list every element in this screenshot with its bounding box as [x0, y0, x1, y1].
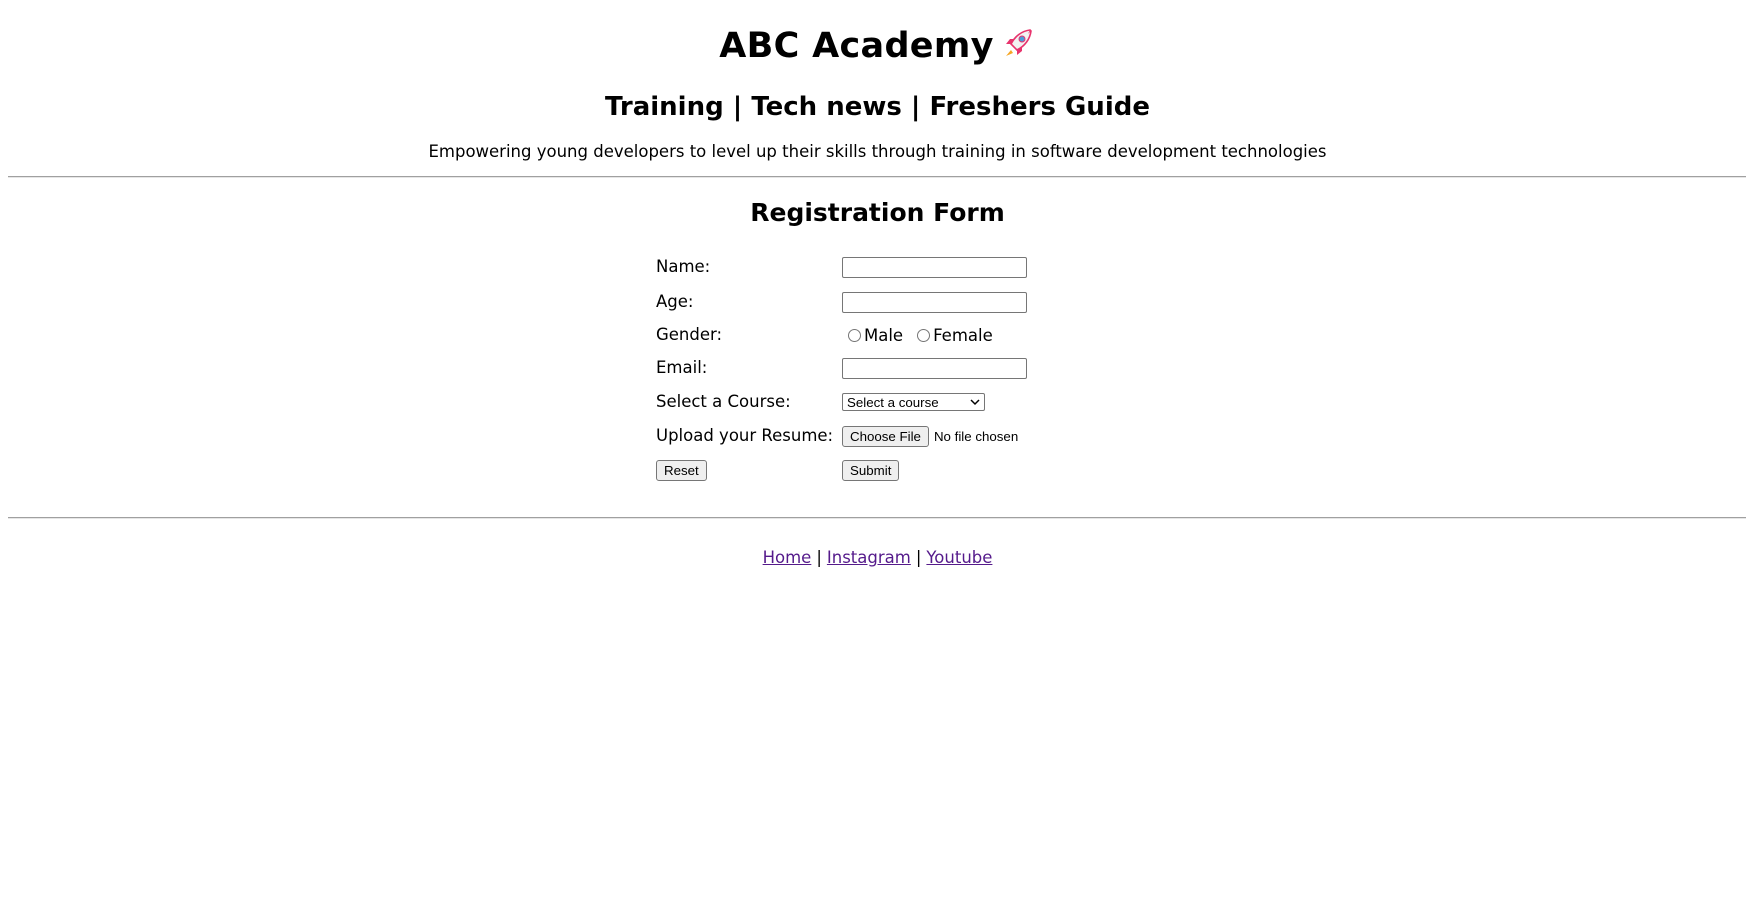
course-row: Select a Course: Select a course: [656, 387, 1096, 417]
gender-row: Gender: Male Female: [656, 320, 1096, 350]
gender-male-label[interactable]: Male: [864, 326, 903, 345]
rocket-icon: [1000, 25, 1036, 72]
age-input[interactable]: [842, 291, 1027, 313]
bottom-divider: [8, 517, 1746, 519]
tagline: Empowering young developers to level up …: [428, 142, 1327, 161]
gender-female-label[interactable]: Female: [933, 326, 993, 345]
site-nav: Training | Tech news | Freshers Guide: [605, 92, 1150, 122]
site-footer: Home | Instagram | Youtube: [0, 545, 1755, 571]
gender-female-radio[interactable]: [917, 328, 931, 342]
footer-separator: |: [816, 548, 822, 567]
resume-field-wrap: Choose File No file chosen: [842, 421, 1018, 451]
name-input[interactable]: [842, 256, 1027, 278]
footer-separator: |: [915, 548, 922, 567]
gender-male-radio[interactable]: [848, 328, 861, 342]
file-status: No file chosen: [933, 428, 1019, 444]
email-field-wrap: [842, 353, 1027, 383]
age-label: Age:: [656, 292, 694, 311]
name-field-wrap: [842, 252, 1027, 282]
site-title-text: ABC Academy: [719, 26, 994, 66]
age-row: Age:: [656, 287, 1096, 317]
course-label: Select a Course:: [656, 392, 791, 411]
footer-link-home[interactable]: Home: [763, 548, 812, 567]
footer-link-youtube[interactable]: Youtube: [926, 548, 992, 567]
name-label: Name:: [656, 257, 711, 276]
name-row: Name:: [656, 252, 1096, 282]
resume-row: Upload your Resume: Choose File No file …: [656, 421, 1096, 451]
resume-label: Upload your Resume:: [656, 426, 834, 445]
footer-link-instagram[interactable]: Instagram: [827, 548, 911, 567]
submit-wrap: Submit: [842, 455, 900, 485]
chevron-down-icon: [970, 399, 980, 406]
email-input[interactable]: [842, 357, 1027, 379]
age-field-wrap: [842, 287, 1027, 317]
email-label: Email:: [656, 358, 708, 377]
top-divider: [8, 176, 1746, 178]
email-row: Email:: [656, 353, 1096, 383]
gender-label: Gender:: [656, 325, 723, 344]
gender-radio-group: Male Female: [842, 320, 1001, 350]
choose-file-button[interactable]: Choose File: [842, 425, 929, 447]
course-field-wrap: Select a course: [842, 387, 985, 417]
reset-wrap: Reset: [656, 455, 707, 485]
form-title: Registration Form: [750, 198, 1005, 227]
site-title: ABC Academy: [0, 0, 1755, 72]
submit-button[interactable]: Submit: [842, 459, 900, 481]
course-select-value: Select a course: [847, 394, 939, 410]
course-select[interactable]: Select a course: [842, 393, 985, 411]
actions-row: Reset Submit: [656, 455, 1096, 485]
reset-button[interactable]: Reset: [656, 459, 707, 481]
site-header: ABC Academy Training | Tech news | Fresh…: [0, 0, 1755, 163]
page: ABC Academy Training | Tech news | Fresh…: [0, 0, 1755, 906]
